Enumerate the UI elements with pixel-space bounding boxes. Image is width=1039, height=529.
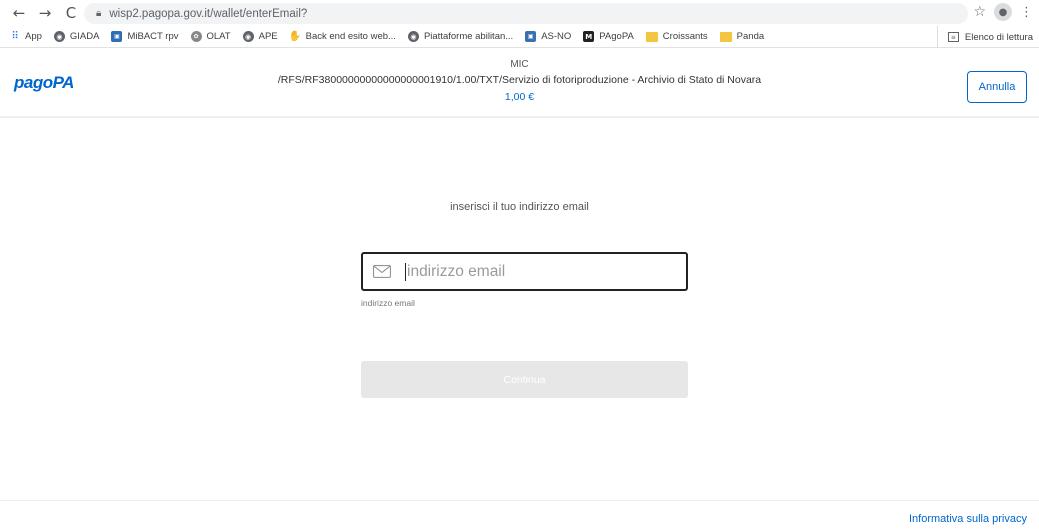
profile-avatar-icon[interactable]: ● [994,3,1012,21]
payee-entity: MIC [510,59,529,70]
continue-button[interactable]: Continua [361,361,688,398]
bookmark-as-no[interactable]: ▣ AS-NO [525,31,571,42]
payment-header: pagoPA MIC /RFS/RF3800000000000000000191… [0,48,1039,118]
footer-divider [0,500,1039,501]
pagopa-icon: M [583,31,595,42]
email-field[interactable] [361,252,688,291]
asno-icon: ▣ [525,31,537,42]
payment-summary: MIC /RFS/RF38000000000000000001910/1.00/… [0,58,1039,104]
lock-icon: 🔒︎ [96,8,102,19]
address-bar[interactable]: 🔒︎ wisp2.pagopa.gov.it/wallet/enterEmail… [84,3,968,24]
bookmark-label: Piattaforme abilitan... [423,31,514,42]
hand-icon: ✋ [288,31,302,42]
bookmark-olat[interactable]: ✿ OLAT [190,31,231,42]
bookmark-label: MiBACT rpv [127,31,179,42]
privacy-policy-link[interactable]: Informativa sulla privacy [909,513,1027,525]
bookmark-label: GIADA [69,31,100,42]
reading-list-icon: ≡ [947,32,959,42]
payment-amount: 1,00 € [504,91,535,103]
bookmark-label: Panda [736,31,765,42]
text-cursor [405,262,406,281]
bookmark-mibact[interactable]: ▣ MiBACT rpv [111,31,179,42]
globe-icon: ◉ [407,31,419,42]
folder-icon [645,31,658,42]
bookmarks-bar: ⠿ App ◉ GIADA ▣ MiBACT rpv ✿ OLAT ◉ APE ✋ Back… [0,26,1039,48]
bookmark-star-icon[interactable]: ☆ [973,4,986,20]
bookmark-back-end[interactable]: ✋ Back end esito web... [288,31,396,42]
bookmark-label: Back end esito web... [305,31,396,42]
reading-list-button[interactable]: ≡ Elenco di lettura [936,26,1033,48]
bookmark-app[interactable]: ⠿ App [9,31,42,42]
bookmark-label: OLAT [206,31,231,42]
mibact-icon: ▣ [111,31,123,42]
bookmark-croissants[interactable]: Croissants [645,31,708,42]
bookmark-label: PAgoPA [599,31,634,42]
forward-arrow-icon[interactable]: → [34,2,56,24]
payment-description: /RFS/RF38000000000000000001910/1.00/TXT/… [277,74,762,86]
bookmark-ape[interactable]: ◉ APE [242,31,278,42]
url-text: wisp2.pagopa.gov.it/wallet/enterEmail? [109,7,308,20]
back-arrow-icon[interactable]: ← [8,2,30,24]
envelope-icon [373,265,391,278]
reload-icon[interactable]: C [60,2,82,24]
bookmark-label: App [25,31,42,42]
bookmark-giada[interactable]: ◉ GIADA [53,31,100,42]
cancel-button[interactable]: Annulla [967,71,1027,103]
browser-menu-icon[interactable]: ⋮ [1020,5,1033,20]
bookmark-label: AS-NO [541,31,572,42]
olat-icon: ✿ [190,31,202,42]
bookmark-panda[interactable]: Panda [719,31,765,42]
bookmark-label: APE [258,31,278,42]
email-helper-text: indirizzo email [361,298,415,308]
bookmark-pagopa[interactable]: M PAgoPA [583,31,634,42]
bookmark-label: Croissants [662,31,708,42]
globe-icon: ◉ [53,31,65,42]
browser-toolbar: ← → C 🔒︎ wisp2.pagopa.gov.it/wallet/ente… [0,0,1039,26]
folder-icon [719,31,732,42]
globe-icon: ◉ [242,31,254,42]
reading-list-label: Elenco di lettura [964,31,1033,43]
email-prompt: inserisci il tuo indirizzo email [450,201,589,213]
bookmark-piattaforme[interactable]: ◉ Piattaforme abilitan... [407,31,514,42]
apps-grid-icon: ⠿ [11,31,18,42]
email-input[interactable] [407,262,667,281]
